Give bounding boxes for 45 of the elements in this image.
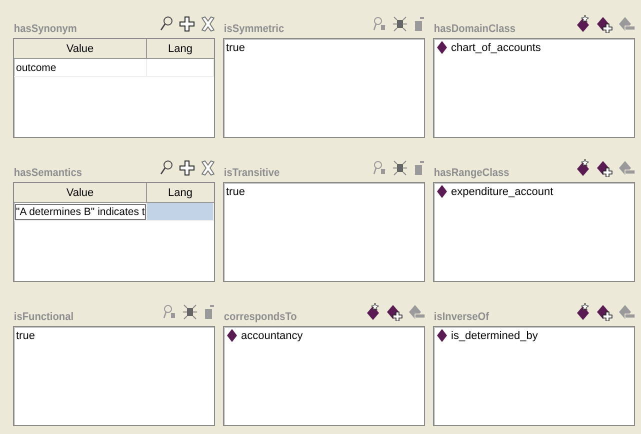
- add-icon[interactable]: [179, 16, 195, 32]
- table-cell[interactable]: [146, 202, 214, 220]
- diamond-icon: [437, 41, 447, 54]
- table-cell[interactable]: [146, 58, 214, 76]
- remove-icon[interactable]: [201, 160, 215, 176]
- value-text: true: [15, 329, 36, 344]
- class-name[interactable]: accountancy: [241, 330, 303, 342]
- value-text: true: [225, 41, 246, 56]
- class-name[interactable]: is_determined_by: [451, 330, 538, 342]
- class-name[interactable]: expenditure_account: [451, 186, 554, 198]
- diamond-add-icon[interactable]: [597, 302, 613, 320]
- burst-icon[interactable]: [393, 160, 407, 176]
- panel-title: isTransitive: [223, 167, 280, 179]
- class-name[interactable]: chart_of_accounts: [451, 42, 541, 54]
- burst-icon[interactable]: [183, 304, 197, 320]
- diamond-star-icon[interactable]: [577, 14, 591, 32]
- diamond-add-icon[interactable]: [597, 158, 613, 176]
- panel-title: hasSemantics: [13, 167, 82, 179]
- diamond-icon: [437, 185, 447, 198]
- diamond-add-icon[interactable]: [597, 14, 613, 32]
- table-cell[interactable]: outcome: [14, 58, 146, 76]
- column-header[interactable]: Lang: [146, 39, 214, 58]
- value-text: true: [225, 185, 246, 200]
- diamond-star-icon[interactable]: [577, 158, 591, 176]
- diamond-star-icon[interactable]: [577, 302, 591, 320]
- diamond-add-icon[interactable]: [387, 302, 403, 320]
- panel-title: isSymmetric: [223, 23, 284, 35]
- search-icon[interactable]: [159, 16, 173, 32]
- panel-title: isInverseOf: [433, 311, 490, 323]
- panel-title: hasRangeClass: [433, 167, 510, 179]
- panel-title: correspondsTo: [223, 311, 297, 323]
- remove-icon[interactable]: [201, 16, 215, 32]
- panel-title: hasSynonym: [13, 23, 77, 35]
- burst-icon[interactable]: [393, 16, 407, 32]
- diamond-star-icon[interactable]: [367, 302, 381, 320]
- add-icon[interactable]: [179, 160, 195, 176]
- table-cell[interactable]: "A determines B" indicates t: [14, 202, 146, 220]
- column-header[interactable]: Value: [14, 183, 146, 202]
- diamond-icon: [227, 329, 237, 342]
- column-header[interactable]: Value: [14, 39, 146, 58]
- search-icon[interactable]: [159, 160, 173, 176]
- column-header[interactable]: Lang: [146, 183, 214, 202]
- diamond-icon: [437, 329, 447, 342]
- panel-title: isFunctional: [13, 311, 74, 323]
- panel-title: hasDomainClass: [433, 23, 516, 35]
